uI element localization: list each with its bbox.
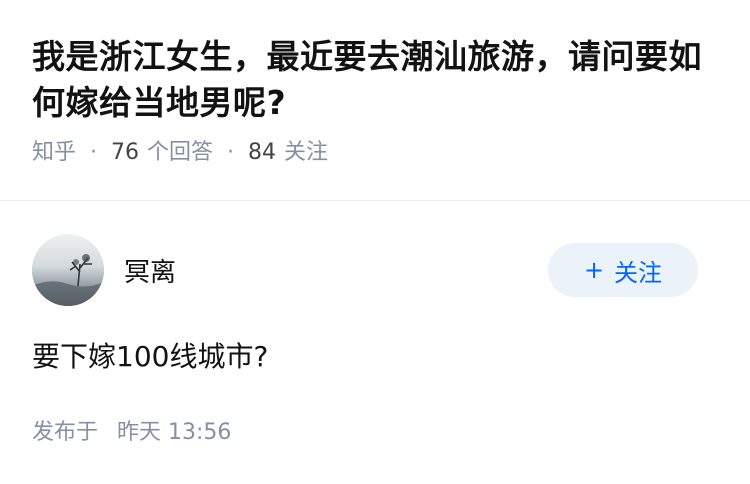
published-label: 发布于 xyxy=(32,420,99,445)
follow-button-label: 关注 xyxy=(614,258,663,287)
question-title[interactable]: 我是浙江女生，最近要去潮汕旅游，请问要如何嫁给当地男呢? xyxy=(32,34,718,126)
answer-count-label[interactable]: 个回答 xyxy=(147,138,213,168)
follow-count: 84 xyxy=(248,140,277,165)
separator-dot: · xyxy=(90,140,98,165)
author-name[interactable]: 冥离 xyxy=(124,252,548,289)
avatar-image xyxy=(32,234,104,306)
answer-content: 要下嫁100线城市? xyxy=(32,340,269,373)
follow-button[interactable]: + 关注 xyxy=(548,243,698,297)
zhihu-answer-page: 我是浙江女生，最近要去潮汕旅游，请问要如何嫁给当地男呢? 知乎 · 76 个回答… xyxy=(0,0,750,484)
question-header: 我是浙江女生，最近要去潮汕旅游，请问要如何嫁给当地男呢? 知乎 · 76 个回答… xyxy=(0,0,750,168)
source-label[interactable]: 知乎 xyxy=(32,138,76,168)
follow-count-label: 关注 xyxy=(284,140,329,165)
answer-count: 76 xyxy=(111,140,140,165)
answer-author: 冥离 + 关注 xyxy=(32,234,698,306)
separator-dot: · xyxy=(227,140,235,165)
answer-publish-info: 发布于 昨天 13:56 xyxy=(32,418,231,448)
plus-icon: + xyxy=(583,256,605,284)
avatar[interactable] xyxy=(32,234,104,306)
question-meta: 知乎 · 76 个回答 · 84 关注 xyxy=(32,138,718,168)
published-time: 昨天 13:56 xyxy=(117,420,232,445)
divider xyxy=(0,200,750,201)
